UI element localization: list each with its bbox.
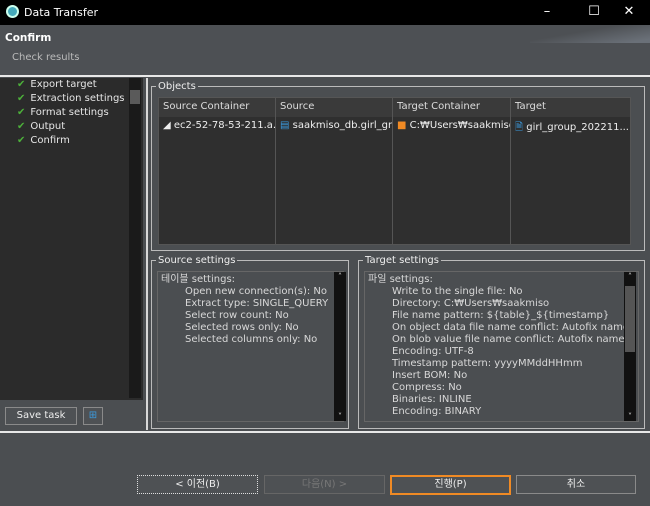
sql-file-icon: 🗎 [515,122,527,133]
setting-line: Encoding: UTF-8 [392,346,474,357]
table-cell[interactable]: ◢ ec2-52-78-53-211.a... [159,117,276,245]
source-scrollbar[interactable]: ˄ ˅ [334,272,346,421]
step-extraction-settings[interactable]: ✔ Extraction settings [17,93,125,104]
tree-scrollbar[interactable] [129,78,141,398]
settings-heading: 테이블 settings: [161,274,236,285]
step-format-settings[interactable]: ✔ Format settings [17,107,109,118]
minimize-button[interactable]: – [532,3,562,21]
step-label: Output [30,121,66,132]
setting-line: File name pattern: ${table}_${timestamp} [392,310,610,321]
table-cell[interactable]: ▤ saakmiso_db.girl_gr... [276,117,393,245]
check-icon: ✔ [17,121,26,132]
divider [146,78,148,430]
target-settings-text[interactable]: 파일 settings: Write to the single file: N… [364,271,639,422]
column-header[interactable]: Source [276,98,393,117]
title-bar: Data Transfer – ☐ ✕ [0,0,650,25]
step-label: Extraction settings [30,93,125,104]
table-cell[interactable]: 🗎 girl_group_202211... [511,117,631,245]
folder-icon: ■ [397,120,410,131]
setting-line: Directory: C:₩Users₩saakmiso [392,298,550,309]
target-scrollbar[interactable]: ˄ ˅ [624,272,636,421]
connection-icon: ◢ [163,120,174,131]
column-header[interactable]: Source Container [159,98,276,117]
check-icon: ✔ [17,93,26,104]
column-header[interactable]: Target Container [393,98,511,117]
task-manager-icon[interactable]: ⊞ [83,407,103,425]
next-button[interactable]: 다음(N) > [264,475,385,494]
setting-line: Write to the single file: No [392,286,523,297]
setting-line: On object data file name conflict: Autof… [392,322,630,333]
maximize-button[interactable]: ☐ [579,3,609,21]
save-task-button[interactable]: Save task [5,407,77,425]
steps-tree: ✔ Export target ✔ Extraction settings ✔ For… [0,78,143,400]
cell-text: saakmiso_db.girl_gr... [292,120,393,131]
setting-line: On blob value file name conflict: Autofi… [392,334,625,345]
header-decoration [530,25,650,43]
step-confirm[interactable]: ✔ Confirm [17,135,70,146]
setting-line: Selected rows only: No [185,322,299,333]
setting-line: Encoding: BINARY [392,406,482,417]
cancel-button[interactable]: 취소 [516,475,636,494]
source-settings-text[interactable]: 테이블 settings: Open new connection(s): No… [157,271,344,422]
back-button[interactable]: < 이전(B) [137,475,258,494]
divider [0,431,650,433]
cell-text: girl_group_202211... [526,122,629,133]
check-icon: ✔ [17,79,26,90]
cell-text: ec2-52-78-53-211.a... [173,120,276,131]
window-title: Data Transfer [24,6,98,19]
column-header[interactable]: Target [511,98,631,117]
step-output[interactable]: ✔ Output [17,121,65,132]
close-button[interactable]: ✕ [614,3,644,21]
scrollbar-thumb[interactable] [625,286,635,352]
table-cell[interactable]: ■ C:₩Users₩saakmiso [393,117,511,245]
setting-line: Timestamp pattern: yyyyMMddHHmm [392,358,583,369]
source-settings-legend: Source settings [158,255,236,266]
step-label: Export target [30,79,97,90]
setting-line: Selected columns only: No [185,334,318,345]
table-icon: ▤ [280,120,293,131]
tree-scrollbar-thumb[interactable] [130,90,140,104]
step-export-target[interactable]: ✔ Export target [17,79,97,90]
setting-line: Binaries: INLINE [392,394,472,405]
check-icon: ✔ [17,107,26,118]
settings-heading: 파일 settings: [368,274,433,285]
app-icon [6,5,19,18]
cell-text: C:₩Users₩saakmiso [409,120,511,131]
setting-line: Insert BOM: No [392,370,468,381]
setting-line: Select row count: No [185,310,289,321]
divider [0,75,650,77]
objects-legend: Objects [158,81,196,92]
setting-line: Open new connection(s): No [185,286,327,297]
proceed-button[interactable]: 진행(P) [390,475,511,495]
setting-line: Extract type: SINGLE_QUERY [185,298,329,309]
page-title: Confirm [5,32,52,44]
step-label: Format settings [30,107,109,118]
step-label: Confirm [30,135,70,146]
objects-table: Source Container Source Target Container… [158,97,631,245]
target-settings-legend: Target settings [365,255,439,266]
setting-line: Compress: No [392,382,462,393]
page-subtitle: Check results [12,52,80,63]
check-icon: ✔ [17,135,26,146]
